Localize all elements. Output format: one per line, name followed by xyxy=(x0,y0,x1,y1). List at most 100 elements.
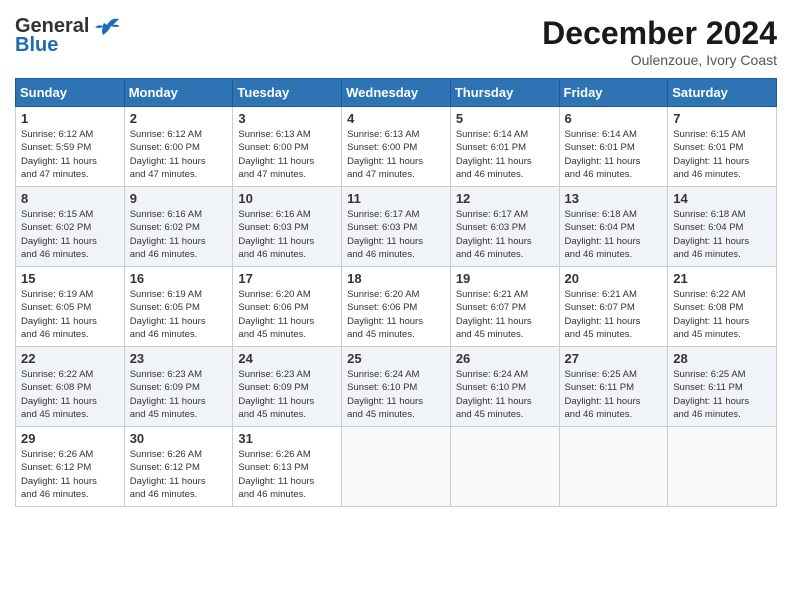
day-number: 30 xyxy=(130,431,228,446)
day-detail: Sunrise: 6:16 AM Sunset: 6:02 PM Dayligh… xyxy=(130,208,228,261)
day-detail: Sunrise: 6:16 AM Sunset: 6:03 PM Dayligh… xyxy=(238,208,336,261)
day-detail: Sunrise: 6:26 AM Sunset: 6:12 PM Dayligh… xyxy=(21,448,119,501)
day-number: 4 xyxy=(347,111,445,126)
day-header-friday: Friday xyxy=(559,79,668,107)
calendar-cell: 2Sunrise: 6:12 AM Sunset: 6:00 PM Daylig… xyxy=(124,107,233,187)
calendar-cell: 12 Sunrise: 6:17 AM Sunset: 6:03 PM Dayli… xyxy=(450,187,559,267)
day-detail: Sunrise: 6:14 AM Sunset: 6:01 PM Dayligh… xyxy=(565,128,663,181)
day-number: 16 xyxy=(130,271,228,286)
day-number: 6 xyxy=(565,111,663,126)
day-detail: Sunrise: 6:15 AM Sunset: 6:01 PM Dayligh… xyxy=(673,128,771,181)
day-detail: Sunrise: 6:19 AM Sunset: 6:05 PM Dayligh… xyxy=(21,288,119,341)
page-header: General Blue December 2024 Oulenzoue, Iv… xyxy=(15,15,777,68)
day-detail: Sunrise: 6:23 AM Sunset: 6:09 PM Dayligh… xyxy=(238,368,336,421)
day-number: 23 xyxy=(130,351,228,366)
calendar-cell: 27 Sunrise: 6:25 AM Sunset: 6:11 PM Dayli… xyxy=(559,347,668,427)
calendar-table: SundayMondayTuesdayWednesdayThursdayFrid… xyxy=(15,78,777,507)
day-number: 29 xyxy=(21,431,119,446)
calendar-cell: 23 Sunrise: 6:23 AM Sunset: 6:09 PM Dayli… xyxy=(124,347,233,427)
calendar-week-3: 15 Sunrise: 6:19 AM Sunset: 6:05 PM Dayli… xyxy=(16,267,777,347)
calendar-week-4: 22 Sunrise: 6:22 AM Sunset: 6:08 PM Dayli… xyxy=(16,347,777,427)
day-number: 31 xyxy=(238,431,336,446)
day-detail: Sunrise: 6:21 AM Sunset: 6:07 PM Dayligh… xyxy=(456,288,554,341)
calendar-cell: 30 Sunrise: 6:26 AM Sunset: 6:12 PM Dayli… xyxy=(124,427,233,507)
day-number: 2 xyxy=(130,111,228,126)
day-detail: Sunrise: 6:22 AM Sunset: 6:08 PM Dayligh… xyxy=(673,288,771,341)
calendar-cell: 18Sunrise: 6:20 AM Sunset: 6:06 PM Dayli… xyxy=(342,267,451,347)
calendar-cell: 13Sunrise: 6:18 AM Sunset: 6:04 PM Dayli… xyxy=(559,187,668,267)
calendar-cell xyxy=(559,427,668,507)
calendar-cell: 22 Sunrise: 6:22 AM Sunset: 6:08 PM Dayli… xyxy=(16,347,125,427)
day-number: 11 xyxy=(347,191,445,206)
day-header-monday: Monday xyxy=(124,79,233,107)
calendar-cell: 29 Sunrise: 6:26 AM Sunset: 6:12 PM Dayli… xyxy=(16,427,125,507)
day-header-saturday: Saturday xyxy=(668,79,777,107)
day-detail: Sunrise: 6:12 AM Sunset: 5:59 PM Dayligh… xyxy=(21,128,119,181)
day-detail: Sunrise: 6:26 AM Sunset: 6:12 PM Dayligh… xyxy=(130,448,228,501)
calendar-cell xyxy=(668,427,777,507)
calendar-cell: 5 Sunrise: 6:14 AM Sunset: 6:01 PM Daylig… xyxy=(450,107,559,187)
day-number: 28 xyxy=(673,351,771,366)
calendar-cell: 4 Sunrise: 6:13 AM Sunset: 6:00 PM Daylig… xyxy=(342,107,451,187)
day-number: 8 xyxy=(21,191,119,206)
month-year-title: December 2024 xyxy=(542,15,777,52)
calendar-cell: 15 Sunrise: 6:19 AM Sunset: 6:05 PM Dayli… xyxy=(16,267,125,347)
day-number: 15 xyxy=(21,271,119,286)
location-subtitle: Oulenzoue, Ivory Coast xyxy=(542,52,777,68)
calendar-cell: 31 Sunrise: 6:26 AM Sunset: 6:13 PM Dayli… xyxy=(233,427,342,507)
calendar-cell: 21 Sunrise: 6:22 AM Sunset: 6:08 PM Dayli… xyxy=(668,267,777,347)
day-detail: Sunrise: 6:24 AM Sunset: 6:10 PM Dayligh… xyxy=(456,368,554,421)
calendar-cell: 20 Sunrise: 6:21 AM Sunset: 6:07 PM Dayli… xyxy=(559,267,668,347)
calendar-cell: 3Sunrise: 6:13 AM Sunset: 6:00 PM Daylig… xyxy=(233,107,342,187)
day-header-sunday: Sunday xyxy=(16,79,125,107)
day-number: 20 xyxy=(565,271,663,286)
calendar-cell: 14Sunrise: 6:18 AM Sunset: 6:04 PM Dayli… xyxy=(668,187,777,267)
day-detail: Sunrise: 6:19 AM Sunset: 6:05 PM Dayligh… xyxy=(130,288,228,341)
day-detail: Sunrise: 6:18 AM Sunset: 6:04 PM Dayligh… xyxy=(673,208,771,261)
day-number: 7 xyxy=(673,111,771,126)
day-detail: Sunrise: 6:23 AM Sunset: 6:09 PM Dayligh… xyxy=(130,368,228,421)
day-number: 27 xyxy=(565,351,663,366)
day-detail: Sunrise: 6:15 AM Sunset: 6:02 PM Dayligh… xyxy=(21,208,119,261)
day-detail: Sunrise: 6:22 AM Sunset: 6:08 PM Dayligh… xyxy=(21,368,119,421)
day-number: 21 xyxy=(673,271,771,286)
day-number: 12 xyxy=(456,191,554,206)
day-number: 3 xyxy=(238,111,336,126)
day-number: 25 xyxy=(347,351,445,366)
calendar-cell: 9 Sunrise: 6:16 AM Sunset: 6:02 PM Daylig… xyxy=(124,187,233,267)
calendar-cell: 17Sunrise: 6:20 AM Sunset: 6:06 PM Dayli… xyxy=(233,267,342,347)
day-number: 26 xyxy=(456,351,554,366)
day-detail: Sunrise: 6:14 AM Sunset: 6:01 PM Dayligh… xyxy=(456,128,554,181)
calendar-cell: 6 Sunrise: 6:14 AM Sunset: 6:01 PM Daylig… xyxy=(559,107,668,187)
calendar-cell: 10 Sunrise: 6:16 AM Sunset: 6:03 PM Dayli… xyxy=(233,187,342,267)
day-detail: Sunrise: 6:24 AM Sunset: 6:10 PM Dayligh… xyxy=(347,368,445,421)
day-detail: Sunrise: 6:21 AM Sunset: 6:07 PM Dayligh… xyxy=(565,288,663,341)
day-detail: Sunrise: 6:26 AM Sunset: 6:13 PM Dayligh… xyxy=(238,448,336,501)
day-number: 24 xyxy=(238,351,336,366)
calendar-week-5: 29 Sunrise: 6:26 AM Sunset: 6:12 PM Dayli… xyxy=(16,427,777,507)
day-number: 18 xyxy=(347,271,445,286)
calendar-header-row: SundayMondayTuesdayWednesdayThursdayFrid… xyxy=(16,79,777,107)
day-detail: Sunrise: 6:17 AM Sunset: 6:03 PM Dayligh… xyxy=(456,208,554,261)
day-header-thursday: Thursday xyxy=(450,79,559,107)
day-detail: Sunrise: 6:25 AM Sunset: 6:11 PM Dayligh… xyxy=(565,368,663,421)
calendar-week-2: 8 Sunrise: 6:15 AM Sunset: 6:02 PM Daylig… xyxy=(16,187,777,267)
calendar-cell: 16 Sunrise: 6:19 AM Sunset: 6:05 PM Dayli… xyxy=(124,267,233,347)
day-number: 17 xyxy=(238,271,336,286)
logo: General Blue xyxy=(15,15,121,57)
logo-bird-icon xyxy=(93,17,121,37)
day-number: 9 xyxy=(130,191,228,206)
calendar-cell: 7 Sunrise: 6:15 AM Sunset: 6:01 PM Daylig… xyxy=(668,107,777,187)
day-detail: Sunrise: 6:18 AM Sunset: 6:04 PM Dayligh… xyxy=(565,208,663,261)
calendar-cell: 25 Sunrise: 6:24 AM Sunset: 6:10 PM Dayli… xyxy=(342,347,451,427)
calendar-cell: 1 Sunrise: 6:12 AM Sunset: 5:59 PM Daylig… xyxy=(16,107,125,187)
calendar-cell: 28Sunrise: 6:25 AM Sunset: 6:11 PM Dayli… xyxy=(668,347,777,427)
day-number: 22 xyxy=(21,351,119,366)
day-number: 10 xyxy=(238,191,336,206)
title-area: December 2024 Oulenzoue, Ivory Coast xyxy=(542,15,777,68)
day-number: 5 xyxy=(456,111,554,126)
calendar-cell xyxy=(342,427,451,507)
day-number: 1 xyxy=(21,111,119,126)
day-number: 19 xyxy=(456,271,554,286)
day-detail: Sunrise: 6:13 AM Sunset: 6:00 PM Dayligh… xyxy=(347,128,445,181)
